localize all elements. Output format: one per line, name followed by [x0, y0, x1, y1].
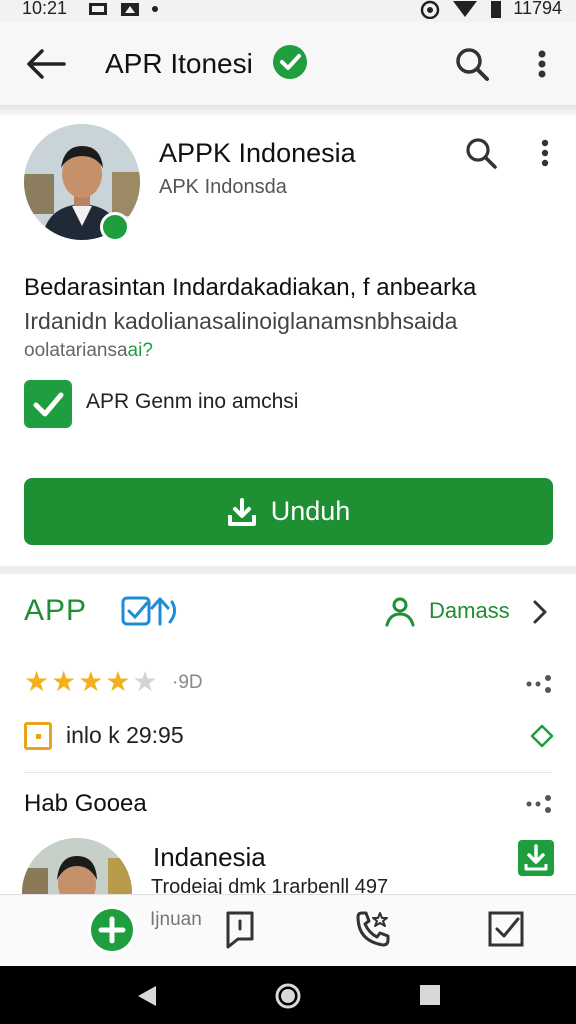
avatar-status-badge	[100, 212, 130, 242]
info-row: inlo k 29:95	[0, 714, 576, 760]
app-profile-card: APPK Indonesia APK Indonsda Bedarasintan…	[0, 116, 576, 566]
rating-count: ·9D	[172, 672, 203, 693]
app-bar-shadow	[0, 106, 576, 116]
system-nav-bar	[0, 966, 576, 1024]
plus-icon	[98, 916, 126, 944]
status-right-text: 11794	[513, 0, 562, 18]
rating-row: ★ ★ ★ ★ ★ ·9D	[0, 660, 576, 704]
info-icon	[24, 722, 52, 750]
card-search-icon[interactable]	[462, 134, 500, 172]
star-icon: ★	[105, 666, 131, 697]
checkbox-icon[interactable]	[486, 909, 526, 949]
diamond-icon[interactable]	[530, 724, 554, 748]
download-icon[interactable]	[518, 840, 554, 876]
dot-icon	[152, 6, 158, 12]
phone-star-icon[interactable]	[352, 909, 392, 949]
card-more-vert-icon[interactable]	[534, 134, 556, 172]
download-button-label: Unduh	[270, 496, 351, 526]
bottom-nav: Ijnuan	[0, 894, 576, 966]
app-info-row: APP Damass	[0, 574, 576, 652]
star-icon: ★	[132, 666, 158, 697]
feature-checkbox[interactable]	[24, 380, 72, 428]
star-icon: ★	[78, 666, 104, 697]
description-line: oolatariansaai?	[24, 340, 153, 362]
image-notification-icon	[89, 3, 107, 15]
section-divider	[0, 566, 576, 574]
description-tag: ai?	[127, 340, 153, 361]
signal-icon	[453, 0, 478, 17]
description-text: oolatariansa	[24, 340, 128, 361]
section-title: Hab Gooea	[24, 790, 147, 817]
chevron-right-icon[interactable]	[530, 596, 550, 628]
more-options-icon[interactable]	[524, 672, 554, 696]
status-system-icons: 11794	[419, 0, 562, 19]
download-button[interactable]: Unduh	[24, 478, 553, 545]
app-name: APPK Indonesia	[159, 138, 356, 168]
app-subtitle: APK Indonsda	[159, 176, 287, 198]
star-icon: ★	[51, 666, 77, 697]
info-text: inlo k 29:95	[66, 722, 184, 748]
description-title: Bedarasintan Indardakadiakan, f anbearka	[24, 274, 477, 301]
list-item-title: Indanesia	[153, 842, 266, 872]
app-label: APP	[24, 594, 88, 627]
chat-icon[interactable]	[220, 909, 260, 949]
status-bar: 10:21 11794	[0, 0, 576, 22]
more-vert-icon[interactable]	[530, 44, 554, 84]
page-title: APR Itonesi	[105, 48, 253, 79]
app-bar: APR Itonesi	[0, 22, 576, 106]
home-nav-icon[interactable]	[274, 982, 302, 1010]
checkmark-icon	[33, 392, 64, 417]
back-nav-icon[interactable]	[134, 983, 160, 1009]
verified-icon	[273, 45, 307, 79]
recents-nav-icon[interactable]	[418, 983, 442, 1007]
people-label[interactable]: Damass	[429, 598, 510, 624]
star-rating: ★ ★ ★ ★ ★	[24, 668, 158, 696]
status-notification-icons	[88, 1, 158, 17]
alarm-icon	[421, 0, 440, 19]
checkbox-label: APR Genm ino amchsi	[86, 390, 299, 413]
back-arrow-icon[interactable]	[24, 46, 68, 82]
people-icon[interactable]	[384, 596, 416, 628]
battery-icon	[491, 0, 502, 18]
download-icon	[227, 497, 256, 526]
search-icon[interactable]	[452, 44, 492, 84]
star-icon: ★	[24, 666, 50, 697]
divider	[24, 772, 552, 773]
app-notification-icon	[121, 3, 139, 16]
description-line: Irdanidn kadolianasalinoiglanamsnbhsaida	[24, 308, 458, 334]
section-more-icon[interactable]	[524, 792, 554, 816]
status-time: 10:21	[22, 0, 68, 18]
app-sync-icon[interactable]	[120, 594, 180, 628]
bottom-nav-label[interactable]: Ijnuan	[150, 909, 202, 931]
add-fab-button[interactable]	[88, 906, 136, 954]
